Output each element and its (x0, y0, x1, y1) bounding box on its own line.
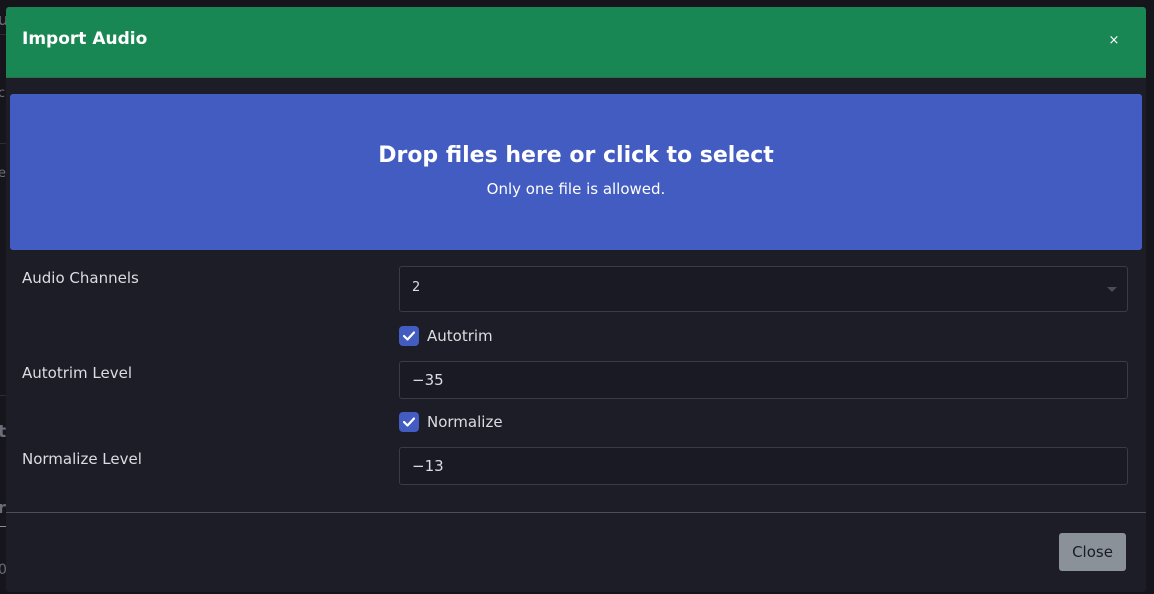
background-text-fragment: c (0, 86, 6, 101)
check-icon (403, 417, 415, 427)
check-icon (403, 331, 415, 341)
normalize-label: Normalize (427, 413, 503, 431)
audio-channels-label: Audio Channels (22, 269, 139, 287)
autotrim-label: Autotrim (427, 327, 493, 345)
normalize-level-label: Normalize Level (22, 450, 142, 468)
import-audio-modal: Import Audio × Drop files here or click … (6, 7, 1146, 592)
autotrim-level-input[interactable]: −35 (399, 361, 1128, 399)
dropzone-subtitle: Only one file is allowed. (486, 180, 666, 198)
modal-title: Import Audio (22, 29, 148, 49)
autotrim-level-label: Autotrim Level (22, 364, 133, 382)
normalize-checkbox-row[interactable]: Normalize (399, 412, 529, 432)
autotrim-checkbox-row[interactable]: Autotrim (399, 326, 519, 346)
dropzone-title: Drop files here or click to select (378, 143, 774, 168)
audio-channels-value: 2 (412, 280, 421, 295)
autotrim-checkbox[interactable] (399, 326, 419, 346)
normalize-level-input[interactable]: −13 (399, 447, 1128, 485)
close-icon[interactable]: × (1104, 31, 1124, 51)
modal-header: Import Audio × (6, 7, 1146, 78)
normalize-checkbox[interactable] (399, 412, 419, 432)
audio-channels-select[interactable]: 2 (399, 266, 1128, 312)
normalize-level-value: −13 (412, 457, 444, 475)
autotrim-level-value: −35 (412, 371, 444, 389)
close-button[interactable]: Close (1059, 533, 1126, 571)
footer-divider (6, 512, 1146, 513)
chevron-down-icon (1107, 287, 1117, 292)
background-text-fragment: r (0, 498, 6, 517)
file-dropzone[interactable]: Drop files here or click to select Only … (10, 94, 1142, 250)
